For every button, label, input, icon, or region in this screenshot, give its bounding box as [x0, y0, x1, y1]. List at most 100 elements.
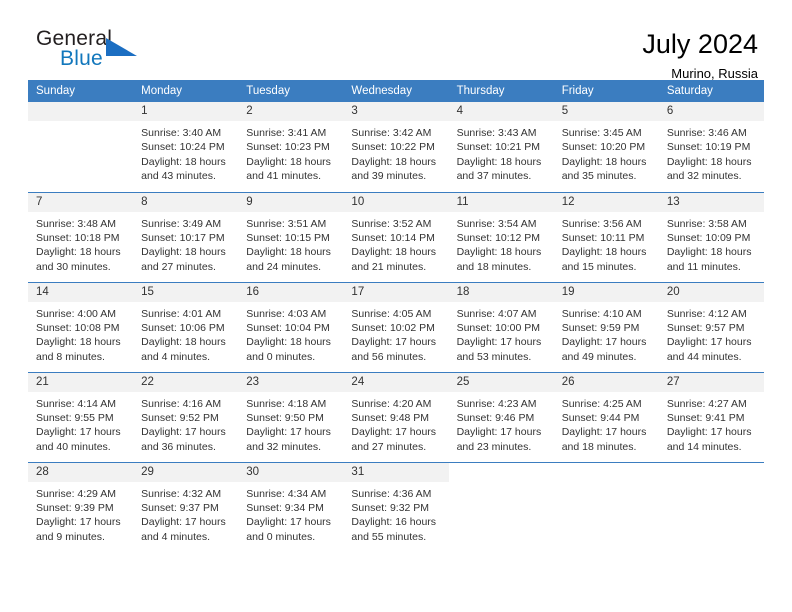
day-number: 29: [133, 462, 239, 482]
calendar-day-cell[interactable]: 14 Sunrise: 4:00 AM Sunset: 10:08 PM Daylig…: [28, 281, 134, 372]
day-details: Sunrise: 3:43 AM Sunset: 10:21 PM Daylight…: [449, 121, 554, 184]
calendar-day-cell[interactable]: 27 Sunrise: 4:27 AM Sunset: 9:41 PM Dayligh…: [658, 371, 764, 462]
day-number: 12: [553, 192, 659, 212]
day-details: Sunrise: 4:25 AM Sunset: 9:44 PM Daylight:…: [554, 392, 659, 455]
calendar-day-cell[interactable]: 25 Sunrise: 4:23 AM Sunset: 9:46 PM Dayligh…: [448, 371, 554, 462]
calendar-day-cell[interactable]: 22 Sunrise: 4:16 AM Sunset: 9:52 PM Dayligh…: [133, 371, 239, 462]
weekday-header-saturday: Saturday: [658, 80, 764, 102]
calendar-day-cell[interactable]: 4 Sunrise: 3:43 AM Sunset: 10:21 PM Dayligh…: [448, 102, 554, 192]
calendar-week-row: 28 Sunrise: 4:29 AM Sunset: 9:39 PM Dayligh…: [28, 461, 764, 552]
calendar-day-cell[interactable]: 16 Sunrise: 4:03 AM Sunset: 10:04 PM Daylig…: [238, 281, 344, 372]
calendar-day-cell[interactable]: 13 Sunrise: 3:58 AM Sunset: 10:09 PM Daylig…: [658, 191, 764, 282]
daylight-text-cont: and 11 minutes.: [666, 260, 741, 273]
daylight-text-cont: and 15 minutes.: [561, 260, 637, 273]
calendar-day-cell[interactable]: 20 Sunrise: 4:12 AM Sunset: 9:57 PM Dayligh…: [658, 281, 764, 372]
daylight-text: Daylight: 17 hours: [456, 426, 542, 439]
calendar-week-row: 14 Sunrise: 4:00 AM Sunset: 10:08 PM Daylig…: [28, 281, 764, 372]
sunrise-text: Sunrise: 3:45 AM: [561, 127, 642, 139]
sunrise-text: Sunrise: 4:20 AM: [351, 397, 432, 410]
sunrise-text: Sunrise: 3:42 AM: [351, 127, 432, 139]
calendar-empty-cell: [28, 102, 134, 192]
calendar-day-cell[interactable]: 23 Sunrise: 4:18 AM Sunset: 9:50 PM Dayligh…: [238, 371, 344, 462]
daylight-text: Daylight: 17 hours: [141, 426, 226, 439]
calendar-day-cell[interactable]: 30 Sunrise: 4:34 AM Sunset: 9:34 PM Dayligh…: [238, 461, 344, 552]
calendar-day-cell[interactable]: 10 Sunrise: 3:52 AM Sunset: 10:14 PM Daylig…: [343, 191, 449, 282]
daylight-text: Daylight: 17 hours: [351, 336, 437, 349]
day-number: 5: [553, 102, 659, 121]
calendar-day-cell[interactable]: 21 Sunrise: 4:14 AM Sunset: 9:55 PM Dayligh…: [28, 371, 134, 462]
daylight-text: Daylight: 18 hours: [246, 246, 331, 259]
sunrise-text: Sunrise: 4:23 AM: [456, 397, 537, 410]
calendar-day-cell[interactable]: 11 Sunrise: 3:54 AM Sunset: 10:12 PM Daylig…: [448, 191, 554, 282]
calendar-day-cell[interactable]: 6 Sunrise: 3:46 AM Sunset: 10:19 PM Dayligh…: [658, 102, 764, 192]
sunrise-text: Sunrise: 4:34 AM: [246, 487, 327, 500]
calendar-day-cell[interactable]: 17 Sunrise: 4:05 AM Sunset: 10:02 PM Daylig…: [343, 281, 449, 372]
day-details: Sunrise: 4:32 AM Sunset: 9:37 PM Daylight:…: [133, 482, 238, 545]
day-number: 14: [28, 282, 134, 302]
calendar-day-cell[interactable]: 28 Sunrise: 4:29 AM Sunset: 9:39 PM Dayligh…: [28, 461, 134, 552]
sunset-text: Sunset: 10:09 PM: [666, 231, 751, 244]
day-details: Sunrise: 4:18 AM Sunset: 9:50 PM Daylight:…: [238, 392, 343, 455]
day-details: Sunrise: 3:40 AM Sunset: 10:24 PM Daylight…: [133, 121, 238, 184]
daylight-text-cont: and 39 minutes.: [351, 170, 427, 183]
day-number: 30: [238, 462, 344, 482]
calendar-day-cell[interactable]: 19 Sunrise: 4:10 AM Sunset: 9:59 PM Dayligh…: [553, 281, 659, 372]
sunset-text: Sunset: 10:19 PM: [666, 141, 751, 154]
sunset-text: Sunset: 10:17 PM: [141, 231, 225, 244]
calendar-day-cell[interactable]: 31 Sunrise: 4:36 AM Sunset: 9:32 PM Dayligh…: [343, 461, 449, 552]
day-number: 23: [238, 372, 344, 392]
sunset-text: Sunset: 9:59 PM: [561, 321, 640, 334]
day-details: Sunrise: 4:23 AM Sunset: 9:46 PM Daylight:…: [449, 392, 554, 455]
sunrise-text: Sunrise: 4:36 AM: [351, 487, 432, 500]
day-number: 24: [343, 372, 449, 392]
sunset-text: Sunset: 9:41 PM: [666, 411, 745, 424]
calendar-day-cell[interactable]: 24 Sunrise: 4:20 AM Sunset: 9:48 PM Dayligh…: [343, 371, 449, 462]
daylight-text: Daylight: 18 hours: [141, 246, 226, 259]
calendar-empty-cell: [658, 461, 764, 552]
day-details: Sunrise: 3:49 AM Sunset: 10:17 PM Daylight…: [133, 212, 238, 275]
calendar-day-cell[interactable]: 26 Sunrise: 4:25 AM Sunset: 9:44 PM Dayligh…: [553, 371, 659, 462]
sunrise-text: Sunrise: 3:51 AM: [246, 217, 327, 230]
calendar-empty-cell: [553, 461, 659, 552]
day-details: Sunrise: 3:54 AM Sunset: 10:12 PM Daylight…: [449, 212, 554, 275]
sunrise-text: Sunrise: 4:01 AM: [141, 307, 222, 320]
calendar-day-cell[interactable]: 15 Sunrise: 4:01 AM Sunset: 10:06 PM Daylig…: [133, 281, 239, 372]
calendar-day-cell[interactable]: 29 Sunrise: 4:32 AM Sunset: 9:37 PM Dayligh…: [133, 461, 239, 552]
daylight-text: Daylight: 17 hours: [36, 426, 121, 439]
calendar-day-cell[interactable]: 12 Sunrise: 3:56 AM Sunset: 10:11 PM Daylig…: [553, 191, 659, 282]
daylight-text: Daylight: 18 hours: [141, 155, 226, 168]
daylight-text-cont: and 27 minutes.: [351, 440, 427, 453]
day-details: Sunrise: 4:12 AM Sunset: 9:57 PM Daylight:…: [659, 302, 764, 365]
day-details: Sunrise: 3:51 AM Sunset: 10:15 PM Daylight…: [238, 212, 343, 275]
daylight-text-cont: and 14 minutes.: [666, 440, 742, 453]
daylight-text: Daylight: 18 hours: [246, 336, 331, 349]
daylight-text-cont: and 41 minutes.: [246, 170, 321, 183]
day-number: 2: [238, 102, 344, 121]
sunset-text: Sunset: 10:14 PM: [351, 231, 435, 244]
day-number: 19: [553, 282, 659, 302]
calendar-day-cell[interactable]: 18 Sunrise: 4:07 AM Sunset: 10:00 PM Daylig…: [448, 281, 554, 372]
day-details: Sunrise: 3:42 AM Sunset: 10:22 PM Daylight…: [343, 121, 448, 184]
calendar-day-cell[interactable]: 5 Sunrise: 3:45 AM Sunset: 10:20 PM Dayligh…: [553, 102, 659, 192]
day-details: Sunrise: 3:56 AM Sunset: 10:11 PM Daylight…: [554, 212, 659, 275]
calendar-day-cell[interactable]: 3 Sunrise: 3:42 AM Sunset: 10:22 PM Dayligh…: [343, 102, 449, 192]
calendar-day-cell[interactable]: 8 Sunrise: 3:49 AM Sunset: 10:17 PM Dayligh…: [133, 191, 239, 282]
daylight-text: Daylight: 16 hours: [351, 516, 437, 529]
sunrise-text: Sunrise: 3:58 AM: [666, 217, 747, 230]
calendar-day-cell[interactable]: 1 Sunrise: 3:40 AM Sunset: 10:24 PM Dayligh…: [133, 102, 239, 192]
day-number: 4: [448, 102, 554, 121]
daylight-text: Daylight: 18 hours: [456, 246, 542, 259]
sunrise-text: Sunrise: 4:32 AM: [141, 487, 222, 500]
brand-logo[interactable]: General Blue: [28, 28, 148, 80]
sunrise-text: Sunrise: 4:14 AM: [36, 397, 116, 410]
sunset-text: Sunset: 10:21 PM: [456, 141, 541, 154]
daylight-text-cont: and 9 minutes.: [36, 530, 105, 543]
calendar-day-cell[interactable]: 7 Sunrise: 3:48 AM Sunset: 10:18 PM Dayligh…: [28, 191, 134, 282]
sunset-text: Sunset: 10:04 PM: [246, 321, 330, 334]
calendar-week-row: 7 Sunrise: 3:48 AM Sunset: 10:18 PM Dayligh…: [28, 191, 764, 282]
calendar-day-cell[interactable]: 2 Sunrise: 3:41 AM Sunset: 10:23 PM Dayligh…: [238, 102, 344, 192]
calendar-day-cell[interactable]: 9 Sunrise: 3:51 AM Sunset: 10:15 PM Dayligh…: [238, 191, 344, 282]
day-details: Sunrise: 4:16 AM Sunset: 9:52 PM Daylight:…: [133, 392, 238, 455]
sunrise-text: Sunrise: 3:43 AM: [456, 127, 537, 139]
sunrise-text: Sunrise: 3:40 AM: [141, 127, 222, 139]
